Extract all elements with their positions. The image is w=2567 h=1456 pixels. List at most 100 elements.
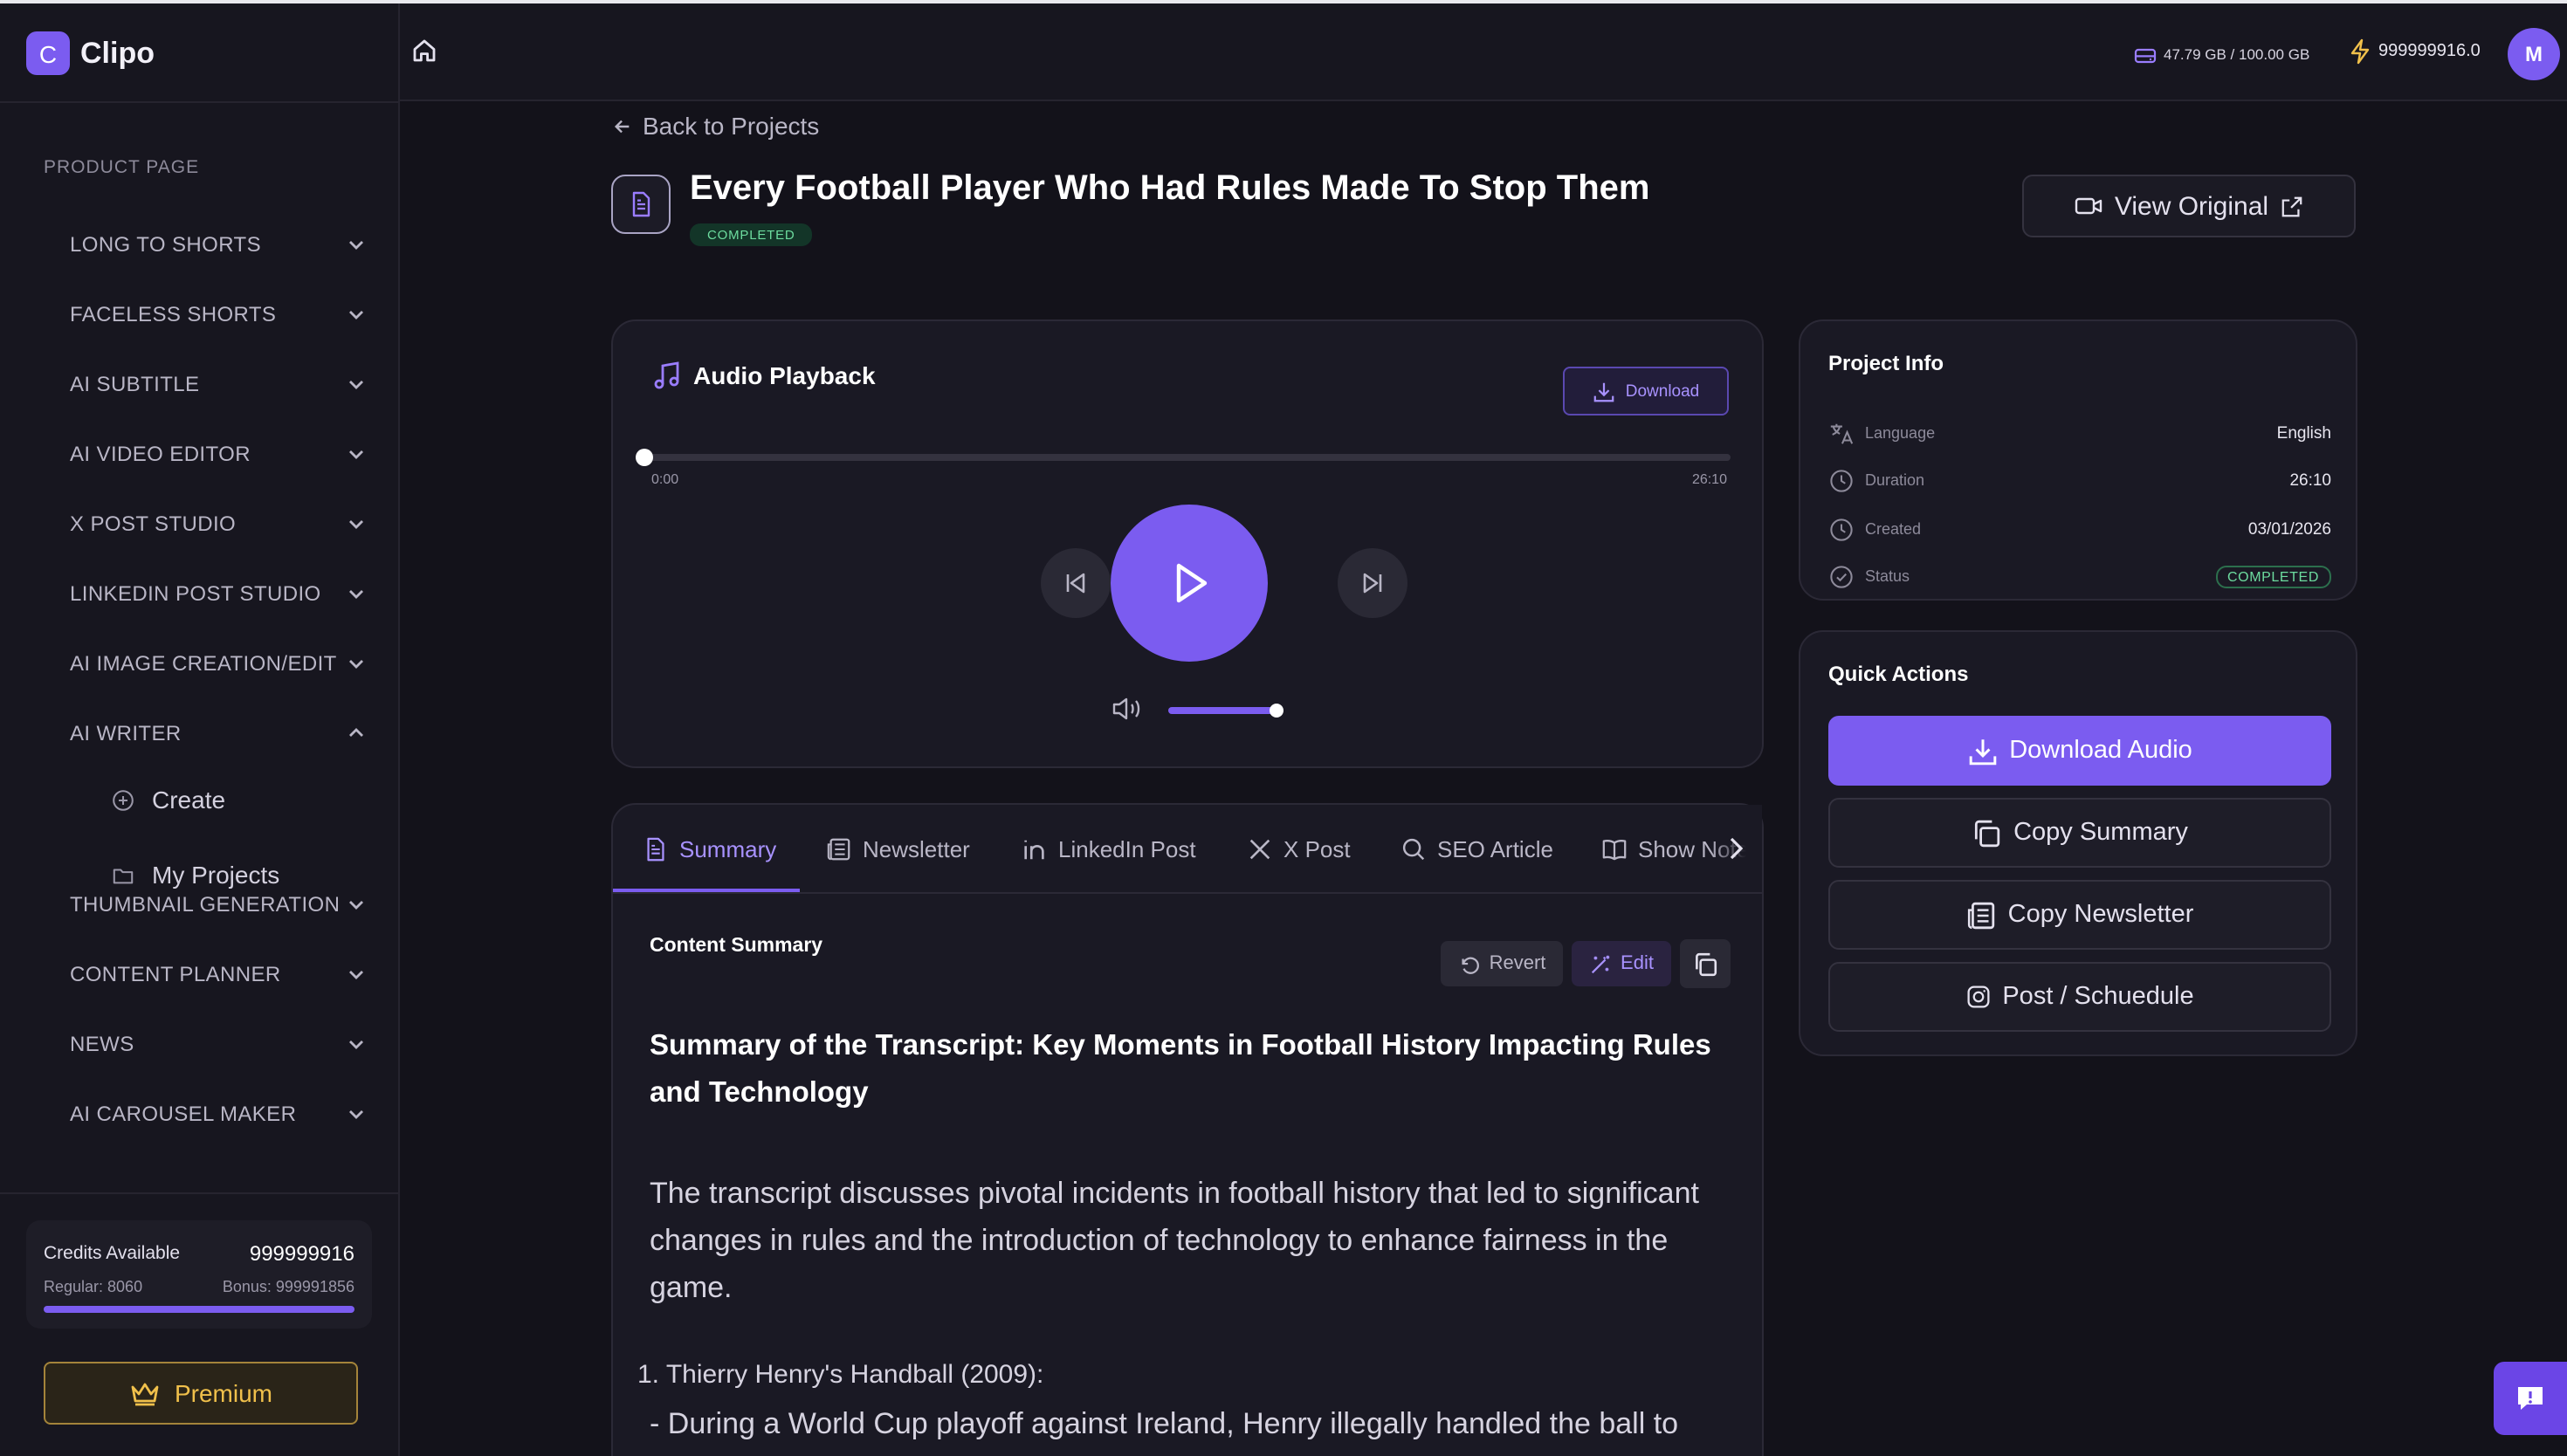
skip-forward-icon: [1363, 573, 1382, 594]
info-row-status: Status COMPLETED: [1828, 562, 2331, 590]
sidebar-item-label: AI SUBTITLE: [70, 372, 200, 396]
document-icon: [647, 837, 664, 862]
tab-x-post[interactable]: X Post: [1247, 805, 1351, 892]
sidebar-item-label: AI CAROUSEL MAKER: [70, 1102, 297, 1126]
tab-label: Summary: [679, 836, 777, 862]
active-tab-indicator: [613, 889, 800, 892]
copy-summary-button[interactable]: Copy Summary: [1828, 798, 2331, 868]
arrow-left-icon: [614, 119, 630, 133]
sidebar-item-ai-subtitle[interactable]: AI SUBTITLE: [70, 367, 367, 402]
sidebar-item-linkedin-post-studio[interactable]: LINKEDIN POST STUDIO: [70, 576, 367, 611]
sidebar-item-news[interactable]: NEWS: [70, 1027, 367, 1061]
sidebar-item-label: FACELESS SHORTS: [70, 302, 277, 326]
sidebar-item-ai-video-editor[interactable]: AI VIDEO EDITOR: [70, 436, 367, 471]
sidebar-divider: [0, 1192, 400, 1194]
skip-back-button[interactable]: [1041, 548, 1111, 618]
home-icon[interactable]: [410, 37, 438, 65]
sidebar-item-thumbnail-generation[interactable]: THUMBNAIL GENERATION: [70, 887, 367, 922]
newspaper-icon: [1967, 901, 1994, 929]
quick-actions-card: Quick Actions Download Audio Copy Summar…: [1799, 630, 2357, 1056]
chevron-down-icon: [349, 450, 363, 459]
audio-total-time: 26:10: [1691, 471, 1727, 487]
sidebar-item-label: LONG TO SHORTS: [70, 232, 261, 257]
tab-seo-article[interactable]: SEO Article: [1400, 805, 1553, 892]
audio-download-button[interactable]: Download: [1563, 367, 1729, 416]
linkedin-icon: [1024, 840, 1044, 860]
document-icon: [632, 191, 650, 217]
edit-button[interactable]: Edit: [1572, 941, 1671, 986]
clock-icon: [1830, 518, 1853, 540]
tab-newsletter[interactable]: Newsletter: [826, 805, 970, 892]
top-header: 47.79 GB / 100.00 GB 999999916.0 M: [400, 3, 2567, 101]
info-row-duration: Duration 26:10: [1828, 466, 2331, 494]
chevron-down-icon: [349, 901, 363, 910]
sidebar-item-content-planner[interactable]: CONTENT PLANNER: [70, 957, 367, 992]
copy-newsletter-label: Copy Newsletter: [2007, 901, 2194, 929]
play-button[interactable]: [1111, 505, 1268, 662]
magic-wand-icon: [1591, 954, 1610, 973]
revert-button[interactable]: Revert: [1441, 941, 1563, 986]
premium-button[interactable]: Premium: [44, 1362, 358, 1425]
brand[interactable]: C Clipo: [26, 31, 155, 75]
summary-heading: Summary of the Transcript: Key Moments i…: [650, 1030, 1711, 1109]
volume-slider[interactable]: [1168, 704, 1284, 718]
chevron-down-icon: [349, 1110, 363, 1119]
audio-download-label: Download: [1625, 381, 1700, 401]
view-original-label: View Original: [2114, 191, 2269, 221]
sidebar-item-label: AI VIDEO EDITOR: [70, 442, 251, 466]
summary-bullet: - During a World Cup playoff against Ire…: [650, 1407, 1679, 1440]
sidebar-subitem-my-projects[interactable]: My Projects: [112, 861, 279, 889]
avatar[interactable]: M: [2508, 28, 2560, 80]
info-value-language: English: [2276, 423, 2331, 443]
copy-content-button[interactable]: [1680, 939, 1731, 988]
info-value-created: 03/01/2026: [2247, 519, 2331, 539]
copy-summary-label: Copy Summary: [2013, 819, 2188, 847]
sidebar-item-x-post-studio[interactable]: X POST STUDIO: [70, 506, 367, 541]
sidebar-item-ai-carousel-maker[interactable]: AI CAROUSEL MAKER: [70, 1096, 367, 1131]
tab-summary[interactable]: Summary: [643, 805, 777, 892]
sidebar-divider: [0, 101, 400, 103]
info-value-duration: 26:10: [2289, 470, 2331, 490]
volume-icon[interactable]: [1111, 695, 1142, 723]
audio-progress-track[interactable]: [636, 449, 1731, 466]
quick-actions-title: Quick Actions: [1828, 662, 1969, 686]
sidebar-item-label: LINKEDIN POST STUDIO: [70, 581, 321, 606]
view-original-button[interactable]: View Original: [2022, 175, 2356, 237]
sidebar-item-ai-writer[interactable]: AI WRITER: [70, 716, 367, 751]
sidebar-subitem-create[interactable]: Create: [112, 786, 225, 814]
feedback-chat-button[interactable]: [2494, 1362, 2567, 1435]
tab-linkedin-post[interactable]: LinkedIn Post: [1022, 805, 1196, 892]
back-to-projects-link[interactable]: Back to Projects: [613, 112, 819, 140]
audio-progress-handle[interactable]: [636, 449, 653, 466]
project-document-icon: [611, 175, 671, 234]
volume-handle[interactable]: [1270, 704, 1284, 718]
chevron-down-icon: [349, 520, 363, 529]
download-audio-button[interactable]: Download Audio: [1828, 716, 2331, 786]
status-badge: COMPLETED: [2215, 565, 2331, 587]
storage-indicator[interactable]: 47.79 GB / 100.00 GB: [2134, 38, 2309, 70]
back-label: Back to Projects: [643, 112, 820, 140]
content-summary-label: Content Summary: [650, 936, 823, 957]
brand-name: Clipo: [80, 36, 155, 69]
copy-icon: [1696, 951, 1717, 976]
sidebar-item-ai-image-creation[interactable]: AI IMAGE CREATION/EDIT: [70, 646, 367, 681]
status-badge: COMPLETED: [690, 223, 813, 246]
post-schedule-button[interactable]: Post / Schuedule: [1828, 962, 2331, 1032]
sidebar-item-label: AI IMAGE CREATION/EDIT: [70, 651, 337, 676]
tab-label: Newsletter: [863, 836, 970, 862]
sidebar-item-faceless-shorts[interactable]: FACELESS SHORTS: [70, 297, 367, 332]
copy-icon: [1974, 819, 2000, 847]
sidebar-item-long-to-shorts[interactable]: LONG TO SHORTS: [70, 227, 367, 262]
video-camera-icon: [2075, 197, 2102, 215]
copy-newsletter-button[interactable]: Copy Newsletter: [1828, 880, 2331, 950]
tab-label: SEO Article: [1437, 836, 1553, 862]
info-label: Created: [1865, 520, 1922, 538]
skip-forward-button[interactable]: [1338, 548, 1407, 618]
header-credits[interactable]: 999999916.0: [2349, 38, 2481, 65]
chevron-down-icon: [349, 971, 363, 979]
chevron-right-icon[interactable]: [1724, 834, 1748, 862]
info-row-language: Language English: [1828, 419, 2331, 447]
tab-label: X Post: [1284, 836, 1351, 862]
brand-logo: C: [26, 31, 70, 75]
info-row-created: Created 03/01/2026: [1828, 515, 2331, 543]
